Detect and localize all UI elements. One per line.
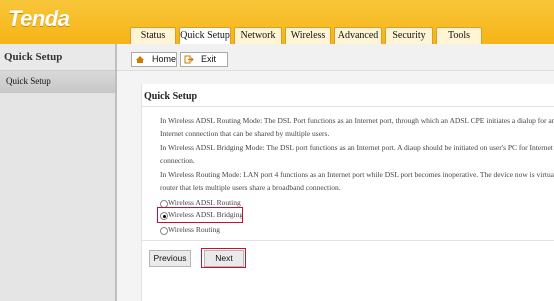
tab-security[interactable]: Security (385, 27, 433, 44)
sidebar-item-quick-setup[interactable]: Quick Setup (0, 71, 115, 93)
button-divider (141, 240, 554, 241)
description-line: router that lets multiple users share a … (160, 183, 341, 192)
description-line: In Wireless Routing Mode: LAN port 4 fun… (160, 170, 554, 179)
exit-button[interactable]: Exit (180, 52, 228, 67)
exit-label: Exit (201, 54, 217, 64)
option-label-wireless-adsl-routing: Wireless ADSL Routing (168, 198, 241, 207)
tab-network[interactable]: Network (234, 27, 282, 44)
tab-advanced[interactable]: Advanced (334, 27, 382, 44)
home-button[interactable]: Home (131, 52, 177, 67)
top-header: Tenda Status Quick Setup Network Wireles… (0, 0, 554, 44)
home-icon (136, 56, 144, 63)
tab-quick-setup[interactable]: Quick Setup (179, 27, 231, 44)
tab-status[interactable]: Status (130, 27, 176, 44)
description-line: connection. (160, 156, 195, 165)
title-divider (141, 106, 554, 107)
previous-button[interactable]: Previous (149, 250, 191, 267)
nav-tabs: Status Quick Setup Network Wireless Adva… (130, 27, 482, 44)
description-line: Internet connection that can be shared b… (160, 129, 330, 138)
tab-wireless[interactable]: Wireless (285, 27, 331, 44)
toolbar: Home Exit (117, 44, 554, 71)
option-label-wireless-adsl-bridging: Wireless ADSL Bridging (168, 210, 244, 219)
sidebar-item-label: Quick Setup (6, 76, 51, 86)
page-title: Quick Setup (144, 91, 198, 102)
option-label-wireless-routing: Wireless Routing (168, 225, 220, 234)
sidebar: Quick Setup (0, 71, 115, 301)
sidebar-header: Quick Setup (0, 44, 115, 71)
description-line: In Wireless ADSL Routing Mode: The DSL P… (160, 116, 554, 125)
radio-wireless-routing[interactable] (160, 227, 168, 235)
sidebar-title: Quick Setup (4, 51, 63, 63)
next-button[interactable]: Next (204, 250, 244, 267)
home-label: Home (152, 54, 177, 64)
radio-wireless-adsl-bridging[interactable] (160, 212, 168, 220)
tenda-logo: Tenda (8, 6, 70, 31)
tab-tools[interactable]: Tools (436, 27, 482, 44)
description-line: In Wireless ADSL Bridging Mode: The DSL … (160, 143, 553, 152)
exit-icon (184, 55, 194, 64)
